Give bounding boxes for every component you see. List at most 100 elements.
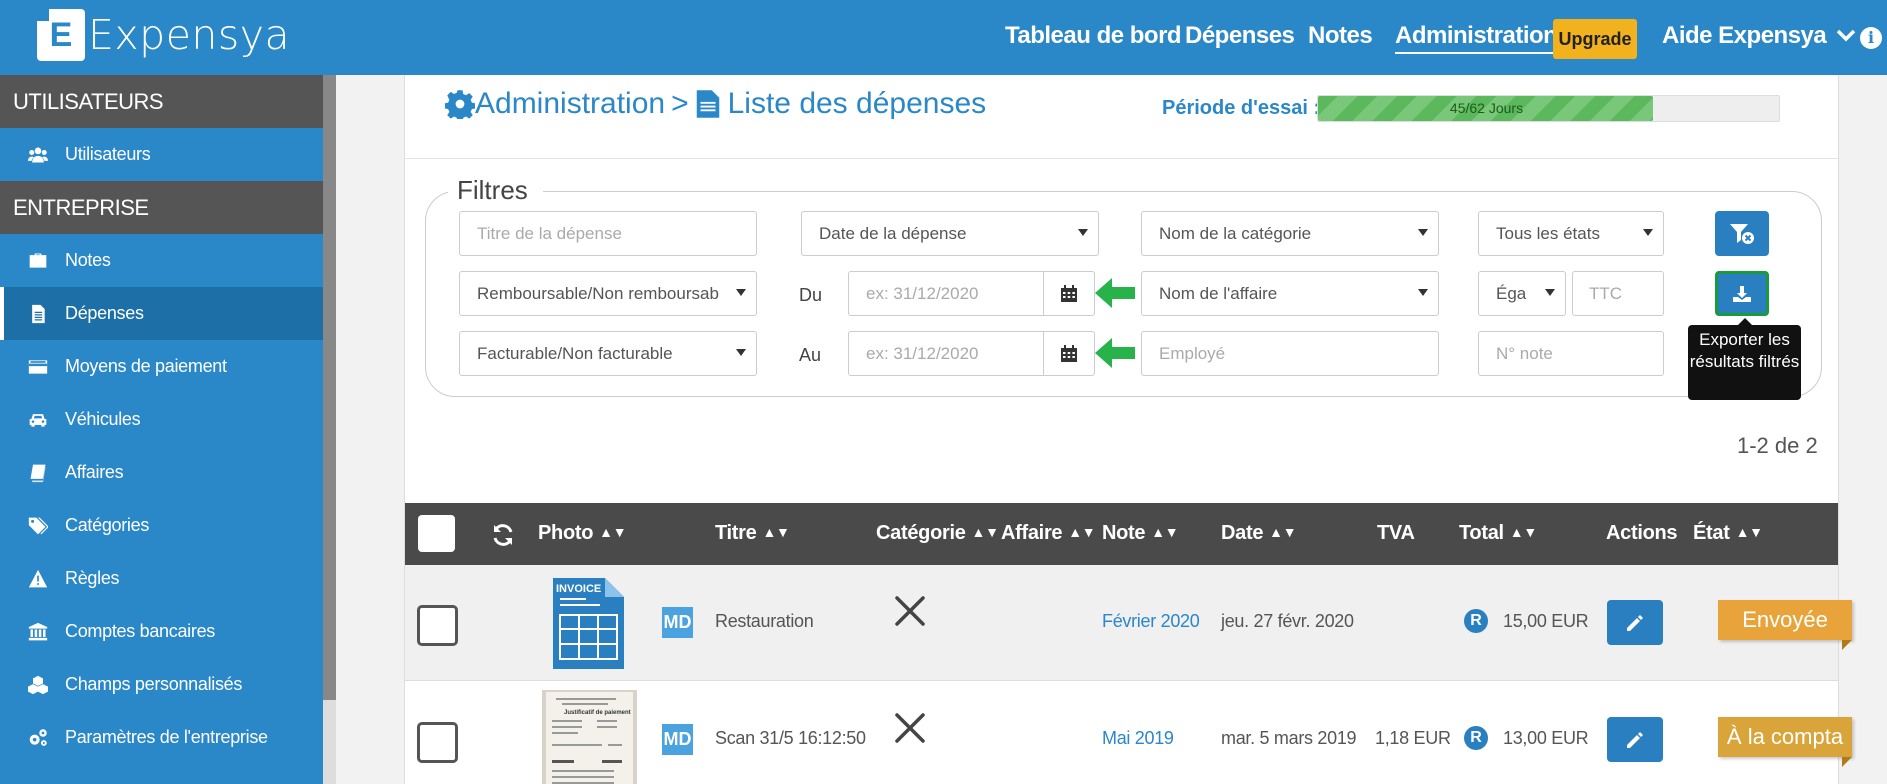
calendar-icon [1061,284,1077,302]
col-total[interactable]: Total ▲▼ [1459,522,1537,545]
note-number-field[interactable] [1478,331,1664,376]
sidebar-item-comptes-bancaires[interactable]: Comptes bancaires [0,605,323,658]
sidebar-item-regles[interactable]: Règles [0,552,323,605]
breadcrumb-separator: > [671,87,689,120]
sidebar-item-categories[interactable]: Catégories [0,499,323,552]
note-number-input[interactable] [1496,343,1663,364]
trial-progress-text: 45/62 Jours [1449,100,1524,116]
document-icon [27,303,49,325]
sidebar-item-depenses[interactable]: Dépenses [0,287,323,340]
clear-filters-button[interactable] [1715,211,1769,256]
row-checkbox[interactable] [417,605,458,646]
sidebar-item-notes[interactable]: Notes [0,234,323,287]
sidebar-item-utilisateurs[interactable]: Utilisateurs [0,128,323,181]
row-date: jeu. 27 févr. 2020 [1221,611,1354,631]
nav-tableau-de-bord[interactable]: Tableau de bord [1005,22,1182,50]
state-filter-select[interactable]: Tous les états [1478,211,1664,256]
col-actions: Actions [1606,522,1678,545]
upgrade-button[interactable]: Upgrade [1553,19,1637,59]
sort-icon: ▲▼ [1509,524,1537,540]
document-icon [696,90,719,118]
ttc-field[interactable] [1572,271,1664,316]
sidebar-item-label: Règles [65,568,120,588]
table-row[interactable]: Justificatif de paiement MD Scan 31/5 16… [405,682,1852,784]
col-note[interactable]: Note ▲▼ [1102,522,1179,545]
info-icon[interactable]: i [1860,27,1882,49]
cutlery-icon [895,596,925,626]
main-panel: Administration > Liste des dépenses Péri… [404,75,1852,784]
nav-administration[interactable]: Administration [1395,22,1558,54]
row-checkbox[interactable] [417,722,458,763]
sort-icon: ▲▼ [762,524,790,540]
edit-button[interactable] [1607,600,1663,645]
caret-down-icon [1643,229,1653,236]
col-titre[interactable]: Titre ▲▼ [715,522,790,545]
to-date-label: Au [799,345,822,365]
md-badge: MD [662,724,693,755]
sidebar-item-label: Champs personnalisés [65,674,243,694]
edit-button[interactable] [1607,717,1663,762]
sidebar-item-champs-personnalises[interactable]: Champs personnalisés [0,658,323,711]
sidebar-scrollbar-track[interactable] [323,700,336,784]
col-etat[interactable]: État ▲▼ [1693,522,1763,545]
sidebar-item-moyens-de-paiement[interactable]: Moyens de paiement [0,340,323,393]
bank-icon [27,621,49,643]
category-select-value: Nom de la catégorie [1159,223,1312,243]
nav-depenses[interactable]: Dépenses [1185,22,1295,50]
nav-notes[interactable]: Notes [1308,22,1373,50]
select-all-checkbox[interactable] [418,515,455,552]
col-label: Catégorie [876,522,966,544]
receipt-photo[interactable]: Justificatif de paiement [542,690,637,784]
to-date-field[interactable] [848,331,1044,376]
employee-input[interactable] [1159,343,1438,364]
row-note-link[interactable]: Mai 2019 [1102,728,1174,749]
from-date-field[interactable] [848,271,1044,316]
help-menu[interactable]: Aide Expensya [1662,22,1856,50]
title-filter-input[interactable] [459,211,757,256]
sidebar-item-vehicules[interactable]: Véhicules [0,393,323,446]
col-affaire[interactable]: Affaire ▲▼ [1001,522,1096,545]
col-label: Titre [715,522,757,544]
sidebar-scrollbar[interactable] [323,75,336,700]
sidebar-item-affaires[interactable]: Affaires [0,446,323,499]
sidebar-item-label: Moyens de paiement [65,356,227,376]
green-arrow-icon [1095,278,1135,308]
breadcrumb-admin-link[interactable]: Administration [475,87,665,121]
row-total: 15,00 EUR [1503,611,1589,631]
sidebar-item-label: Dépenses [65,303,144,323]
ttc-input[interactable] [1589,283,1663,304]
sidebar-item-label: Catégories [65,515,150,535]
date-filter-select[interactable]: Date de la dépense [801,211,1099,256]
refresh-icon[interactable] [491,523,515,547]
md-badge: MD [662,607,693,638]
pencil-icon [1627,731,1643,748]
sidebar-item-parametres[interactable]: Paramètres de l'entreprise [0,711,323,764]
col-label: Note [1102,522,1146,544]
col-date[interactable]: Date ▲▼ [1221,522,1297,545]
to-date-input[interactable] [866,343,1043,364]
employee-field[interactable] [1141,331,1439,376]
sidebar-section-company: ENTREPRISE [0,181,323,234]
to-calendar-button[interactable] [1043,331,1095,376]
col-label: Affaire [1001,522,1063,544]
invoice-icon[interactable]: INVOICE [552,577,625,670]
table-row[interactable]: INVOICE MD Restauration Février 2020 jeu… [405,565,1852,681]
logo[interactable]: E Expensya [37,9,290,61]
billable-filter-select[interactable]: Facturable/Non facturable [459,331,757,376]
comparator-select[interactable]: Éga [1478,271,1566,316]
col-label: État [1693,522,1730,544]
export-tooltip: Exporter les résultats filtrés [1688,318,1801,400]
row-note-link[interactable]: Février 2020 [1102,611,1200,632]
project-filter-select[interactable]: Nom de l'affaire [1141,271,1439,316]
state-select-value: Tous les états [1496,223,1600,243]
category-filter-select[interactable]: Nom de la catégorie [1141,211,1439,256]
title-input[interactable] [477,223,756,244]
col-categorie[interactable]: Catégorie ▲▼ [876,522,999,545]
col-label: Total [1459,522,1504,544]
from-date-input[interactable] [866,283,1043,304]
sidebar-section-users: UTILISATEURS [0,75,323,128]
export-button[interactable] [1715,271,1769,316]
from-calendar-button[interactable] [1043,271,1095,316]
col-photo[interactable]: Photo ▲▼ [538,522,627,545]
reimbursable-filter-select[interactable]: Remboursable/Non remboursab [459,271,757,316]
